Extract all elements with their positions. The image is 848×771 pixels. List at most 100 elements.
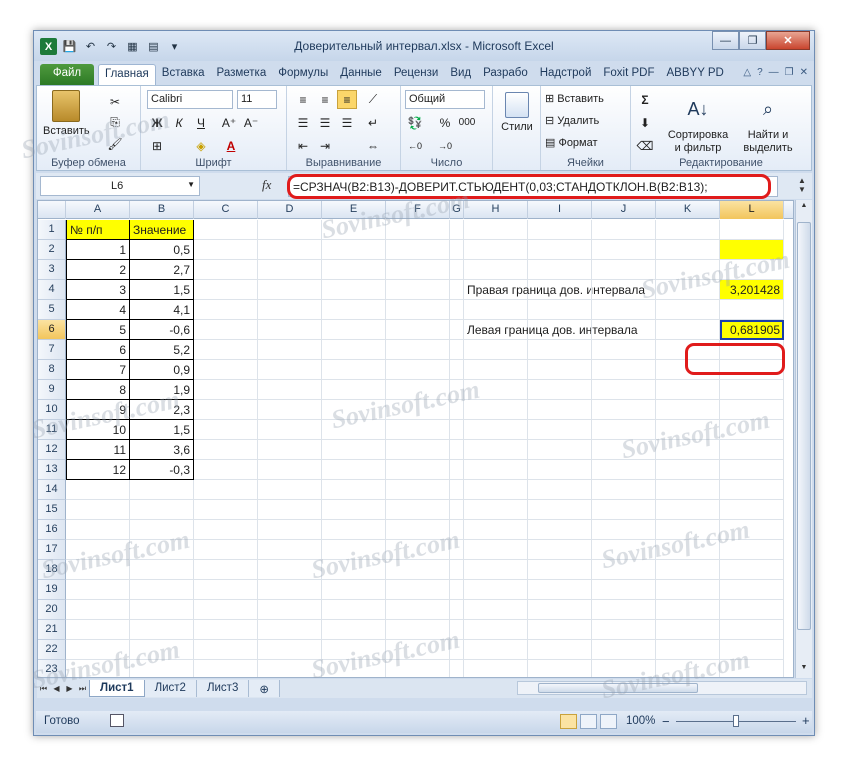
- decrease-indent-icon[interactable]: ⇤: [293, 136, 313, 155]
- paste-button[interactable]: Вставить: [43, 90, 90, 137]
- cell[interactable]: [194, 520, 258, 540]
- cell[interactable]: [322, 480, 386, 500]
- cell[interactable]: Значение: [130, 220, 194, 240]
- cell[interactable]: [130, 560, 194, 580]
- cell[interactable]: -0,6: [130, 320, 194, 340]
- cell[interactable]: [464, 620, 528, 640]
- cell[interactable]: [322, 620, 386, 640]
- format-painter-icon[interactable]: 🖌: [105, 134, 125, 153]
- cell[interactable]: [464, 380, 528, 400]
- cell[interactable]: [194, 620, 258, 640]
- cell[interactable]: [130, 620, 194, 640]
- cell[interactable]: [386, 620, 450, 640]
- cell[interactable]: [66, 520, 130, 540]
- cell[interactable]: [656, 360, 720, 380]
- bold-button[interactable]: Ж: [147, 113, 167, 132]
- decrease-decimal-icon[interactable]: →0: [435, 136, 455, 155]
- cell[interactable]: [592, 380, 656, 400]
- cell[interactable]: [322, 260, 386, 280]
- cell[interactable]: [66, 600, 130, 620]
- maximize-icon[interactable]: ❐: [739, 31, 766, 50]
- cell[interactable]: [450, 300, 464, 320]
- row-header[interactable]: 19: [38, 580, 66, 600]
- cell[interactable]: [450, 260, 464, 280]
- cell[interactable]: [720, 600, 784, 620]
- cell[interactable]: [656, 440, 720, 460]
- cell[interactable]: [194, 360, 258, 380]
- next-sheet-icon[interactable]: ▶: [63, 684, 76, 693]
- cell[interactable]: [592, 520, 656, 540]
- cell[interactable]: [258, 640, 322, 660]
- cell[interactable]: [194, 380, 258, 400]
- cell[interactable]: [450, 440, 464, 460]
- cell[interactable]: [194, 640, 258, 660]
- cell[interactable]: [450, 480, 464, 500]
- cell[interactable]: [528, 440, 592, 460]
- clear-icon[interactable]: ⌫: [635, 136, 655, 155]
- cell[interactable]: [194, 660, 258, 677]
- cell[interactable]: [528, 320, 592, 340]
- vertical-scroll-thumb[interactable]: [797, 222, 811, 630]
- tab-developer[interactable]: Разрабо: [477, 64, 534, 85]
- cell[interactable]: 1,5: [130, 280, 194, 300]
- cell[interactable]: [194, 580, 258, 600]
- page-layout-view-icon[interactable]: [580, 714, 597, 729]
- cell[interactable]: [720, 260, 784, 280]
- cell[interactable]: [656, 600, 720, 620]
- sheet-tab-2[interactable]: Лист2: [144, 680, 197, 697]
- cell[interactable]: [528, 500, 592, 520]
- cell[interactable]: № п/п: [66, 220, 130, 240]
- cell[interactable]: [592, 360, 656, 380]
- cell[interactable]: [322, 600, 386, 620]
- cell[interactable]: 7: [66, 360, 130, 380]
- cell[interactable]: [592, 400, 656, 420]
- cell[interactable]: [258, 520, 322, 540]
- cell[interactable]: [656, 620, 720, 640]
- vertical-scrollbar[interactable]: ▲ ▼: [795, 200, 812, 678]
- cell[interactable]: [386, 660, 450, 677]
- cell[interactable]: [656, 260, 720, 280]
- cell[interactable]: [322, 240, 386, 260]
- cell[interactable]: [528, 420, 592, 440]
- col-header-f[interactable]: F: [386, 201, 450, 219]
- underline-button[interactable]: Ч: [191, 113, 211, 132]
- sheet-tab-1[interactable]: Лист1: [89, 680, 145, 697]
- cell[interactable]: [322, 560, 386, 580]
- cell[interactable]: [258, 260, 322, 280]
- orientation-icon[interactable]: ⟋: [363, 90, 383, 109]
- cell[interactable]: [720, 480, 784, 500]
- zoom-out-button[interactable]: −: [662, 714, 670, 729]
- horizontal-scrollbar[interactable]: [517, 681, 807, 695]
- cell[interactable]: [322, 420, 386, 440]
- cell[interactable]: [464, 640, 528, 660]
- cell[interactable]: [450, 400, 464, 420]
- cell[interactable]: [528, 640, 592, 660]
- cell[interactable]: [720, 540, 784, 560]
- cell[interactable]: [720, 620, 784, 640]
- cell[interactable]: [528, 380, 592, 400]
- font-color-button[interactable]: А: [221, 136, 241, 155]
- cell[interactable]: [450, 320, 464, 340]
- cell[interactable]: [322, 300, 386, 320]
- cell[interactable]: [386, 280, 450, 300]
- cell[interactable]: [656, 320, 720, 340]
- cell[interactable]: [258, 580, 322, 600]
- tab-view[interactable]: Вид: [444, 64, 477, 85]
- cell[interactable]: [130, 600, 194, 620]
- cell[interactable]: [720, 660, 784, 677]
- cell[interactable]: [450, 520, 464, 540]
- cell[interactable]: [720, 500, 784, 520]
- cell[interactable]: [656, 340, 720, 360]
- row-header[interactable]: 22: [38, 640, 66, 660]
- name-box[interactable]: L6 ▼: [40, 176, 200, 196]
- align-right-icon[interactable]: ☰: [337, 113, 357, 132]
- cell[interactable]: [592, 220, 656, 240]
- cell[interactable]: [464, 420, 528, 440]
- row-header[interactable]: 20: [38, 600, 66, 620]
- cell[interactable]: [194, 240, 258, 260]
- cell[interactable]: [322, 660, 386, 677]
- cell[interactable]: [656, 560, 720, 580]
- minimize-icon[interactable]: —: [712, 31, 739, 50]
- doc-minimize-icon[interactable]: —: [769, 67, 779, 78]
- cell[interactable]: 0,9: [130, 360, 194, 380]
